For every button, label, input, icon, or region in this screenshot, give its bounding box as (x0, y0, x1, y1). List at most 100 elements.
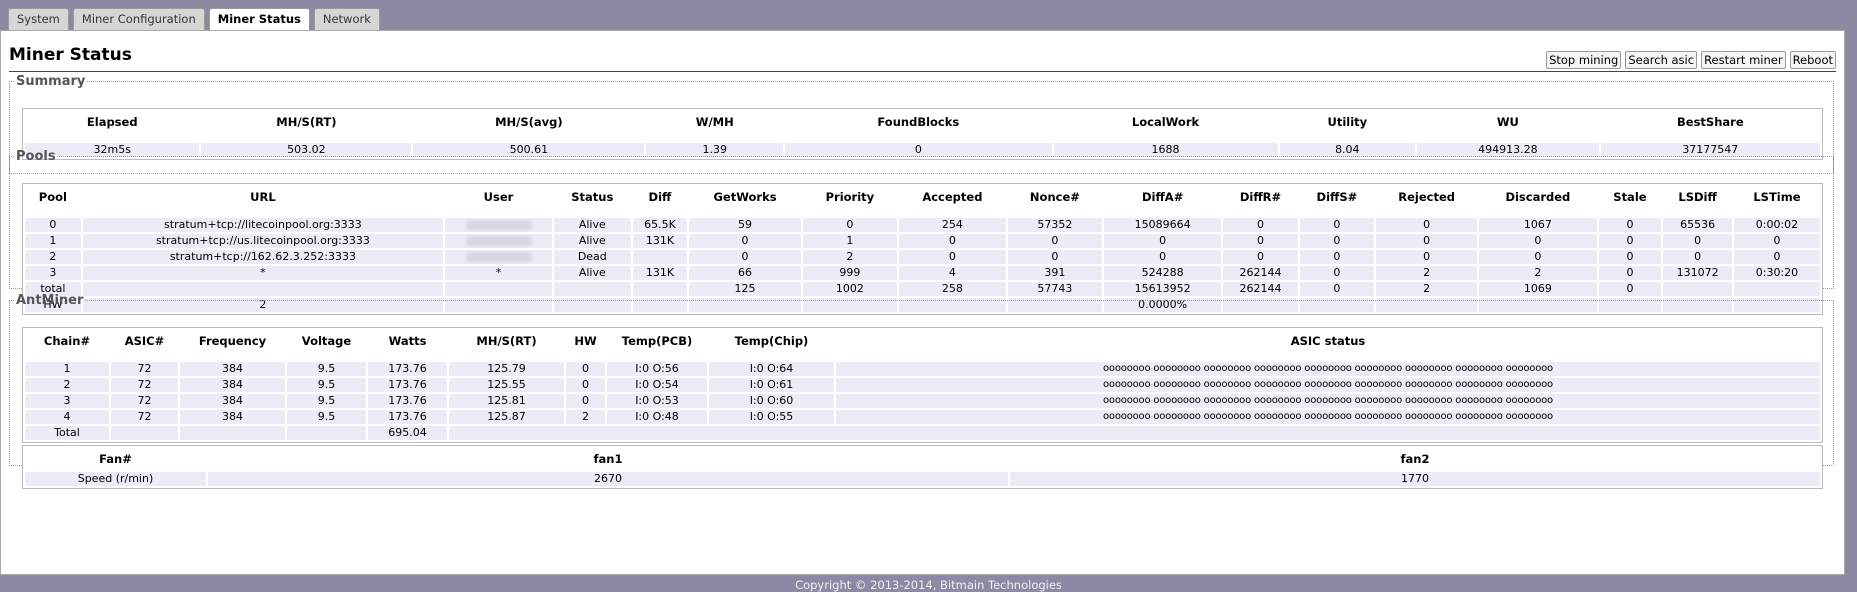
antminer-section: AntMiner Chain# ASIC# Frequency Voltage Watt… (9, 293, 1834, 489)
pools-header: LSTime (1753, 190, 1801, 204)
pool-cell: 0 (1299, 250, 1375, 264)
pool-cell: 131072 (1663, 266, 1732, 280)
pool-cell: 0 (1598, 234, 1662, 248)
chain-cell: 9.5 (287, 394, 366, 408)
chain-cell: 0 (566, 362, 605, 376)
chain-cell: 384 (180, 378, 285, 392)
pool-cell: 65.5K (632, 218, 688, 232)
pool-cell: 57352 (1007, 218, 1102, 232)
pool-cell: 3 (25, 266, 81, 280)
pool-cell: 0 (1663, 234, 1732, 248)
chain-cell: I:0 O:61 (709, 378, 834, 392)
chain-header: Temp(PCB) (621, 334, 693, 348)
pool-cell: 0 (1223, 218, 1298, 232)
chain-cell: 125.79 (449, 362, 564, 376)
pool-cell: Alive (553, 218, 631, 232)
pool-cell: 1 (25, 234, 81, 248)
pool-cell: 0 (898, 250, 1006, 264)
pools-header: Nonce# (1029, 190, 1080, 204)
chain-cell: 173.76 (368, 410, 447, 424)
pools-header: Status (571, 190, 614, 204)
pools-header: LSDiff (1678, 190, 1717, 204)
chain-header: ASIC status (1290, 334, 1366, 348)
pool-cell: 254 (898, 218, 1006, 232)
chain-cell: 125.55 (449, 378, 564, 392)
summary-header: MH/S(avg) (495, 115, 563, 129)
pool-cell: 524288 (1103, 266, 1222, 280)
fan-cell: 2670 (208, 472, 1008, 486)
tab-system[interactable]: System (8, 8, 69, 30)
pool-cell: 0 (1733, 250, 1820, 264)
pool-cell: 0 (689, 250, 801, 264)
pool-cell: 2 (1479, 266, 1597, 280)
chain-cell: 0 (566, 394, 605, 408)
pools-header: GetWorks (713, 190, 777, 204)
restart-miner-button[interactable]: Restart miner (1701, 51, 1786, 69)
pools-header: DiffR# (1239, 190, 1282, 204)
pools-header: Stale (1613, 190, 1647, 204)
pool-row: 0 stratum+tcp://litecoinpool.org:3333 Aliv… (25, 218, 1820, 232)
search-asic-button[interactable]: Search asic (1625, 51, 1698, 69)
chain-cell: 125.87 (449, 410, 564, 424)
chain-cell: 173.76 (368, 394, 447, 408)
chain-cell: 2 (566, 410, 605, 424)
tab-miner-configuration[interactable]: Miner Configuration (72, 8, 205, 30)
chain-cell (111, 426, 178, 440)
chain-cell: I:0 O:60 (709, 394, 834, 408)
tab-bar: System Miner Configuration Miner Status … (8, 8, 380, 32)
chain-cell: 384 (180, 394, 285, 408)
pool-cell: * (82, 266, 444, 280)
tab-network[interactable]: Network (313, 8, 380, 30)
chain-cell: 72 (111, 410, 178, 424)
pool-cell: Alive (553, 234, 631, 248)
summary-header: FoundBlocks (877, 115, 960, 129)
pools-legend: Pools (16, 149, 56, 164)
chains-table: Chain# ASIC# Frequency Voltage Watts MH/S(RT)… (22, 327, 1823, 443)
fan-cell: Speed (r/min) (25, 472, 206, 486)
pool-cell: stratum+tcp://us.litecoinpool.org:3333 (82, 234, 444, 248)
pool-cell: 15089664 (1103, 218, 1222, 232)
fan-cell: 1770 (1010, 472, 1820, 486)
chain-cell: 72 (111, 378, 178, 392)
pool-cell: 0:00:02 (1733, 218, 1820, 232)
chain-cell (449, 426, 1820, 440)
stop-mining-button[interactable]: Stop mining (1546, 51, 1622, 69)
pools-header: DiffS# (1316, 190, 1358, 204)
pool-cell: 0 (802, 218, 897, 232)
pool-cell: Dead (553, 250, 631, 264)
pool-row: 1 stratum+tcp://us.litecoinpool.org:3333 A… (25, 234, 1820, 248)
chain-row: 2 72 384 9.5 173.76 125.55 0 I:0 O:54 I:0 O:61 oo… (25, 378, 1820, 392)
pool-cell: 66 (689, 266, 801, 280)
antminer-legend: AntMiner (16, 293, 84, 308)
fan-header: fan1 (593, 452, 623, 466)
pool-cell: 0 (1299, 234, 1375, 248)
reboot-button[interactable]: Reboot (1789, 51, 1836, 69)
pool-cell: 0 (1299, 218, 1375, 232)
pool-cell: 65536 (1663, 218, 1732, 232)
summary-header: WU (1496, 115, 1519, 129)
pools-header: Pool (38, 190, 67, 204)
chain-cell: 9.5 (287, 362, 366, 376)
chain-cell (180, 426, 285, 440)
pool-cell: 0:30:20 (1733, 266, 1820, 280)
footer-copyright: Copyright © 2013-2014, Bitmain Technolog… (795, 578, 1062, 592)
asic-status-cell: oooooooo oooooooo oooooooo oooooooo oooo… (836, 394, 1820, 408)
page-header: Miner Status Stop mining Search asic Res… (9, 41, 1836, 72)
pool-cell: 0 (1376, 218, 1478, 232)
chain-cell: 384 (180, 410, 285, 424)
summary-header: Elapsed (86, 115, 138, 129)
tab-miner-status[interactable]: Miner Status (208, 8, 310, 32)
pool-cell: 0 (1598, 250, 1662, 264)
pool-cell: 0 (1223, 234, 1298, 248)
pool-cell: stratum+tcp://litecoinpool.org:3333 (82, 218, 444, 232)
pool-cell: 59 (689, 218, 801, 232)
chain-total-label: Total (25, 426, 109, 440)
pool-cell: 0 (1479, 250, 1597, 264)
pool-user-cell (445, 218, 552, 232)
pool-cell: 0 (1103, 250, 1222, 264)
chain-header: Frequency (198, 334, 267, 348)
pool-cell: 391 (1007, 266, 1102, 280)
summary-header: LocalWork (1131, 115, 1200, 129)
action-buttons: Stop mining Search asic Restart miner Re… (1546, 51, 1836, 69)
chain-total-row: Total 695.04 (25, 426, 1820, 440)
